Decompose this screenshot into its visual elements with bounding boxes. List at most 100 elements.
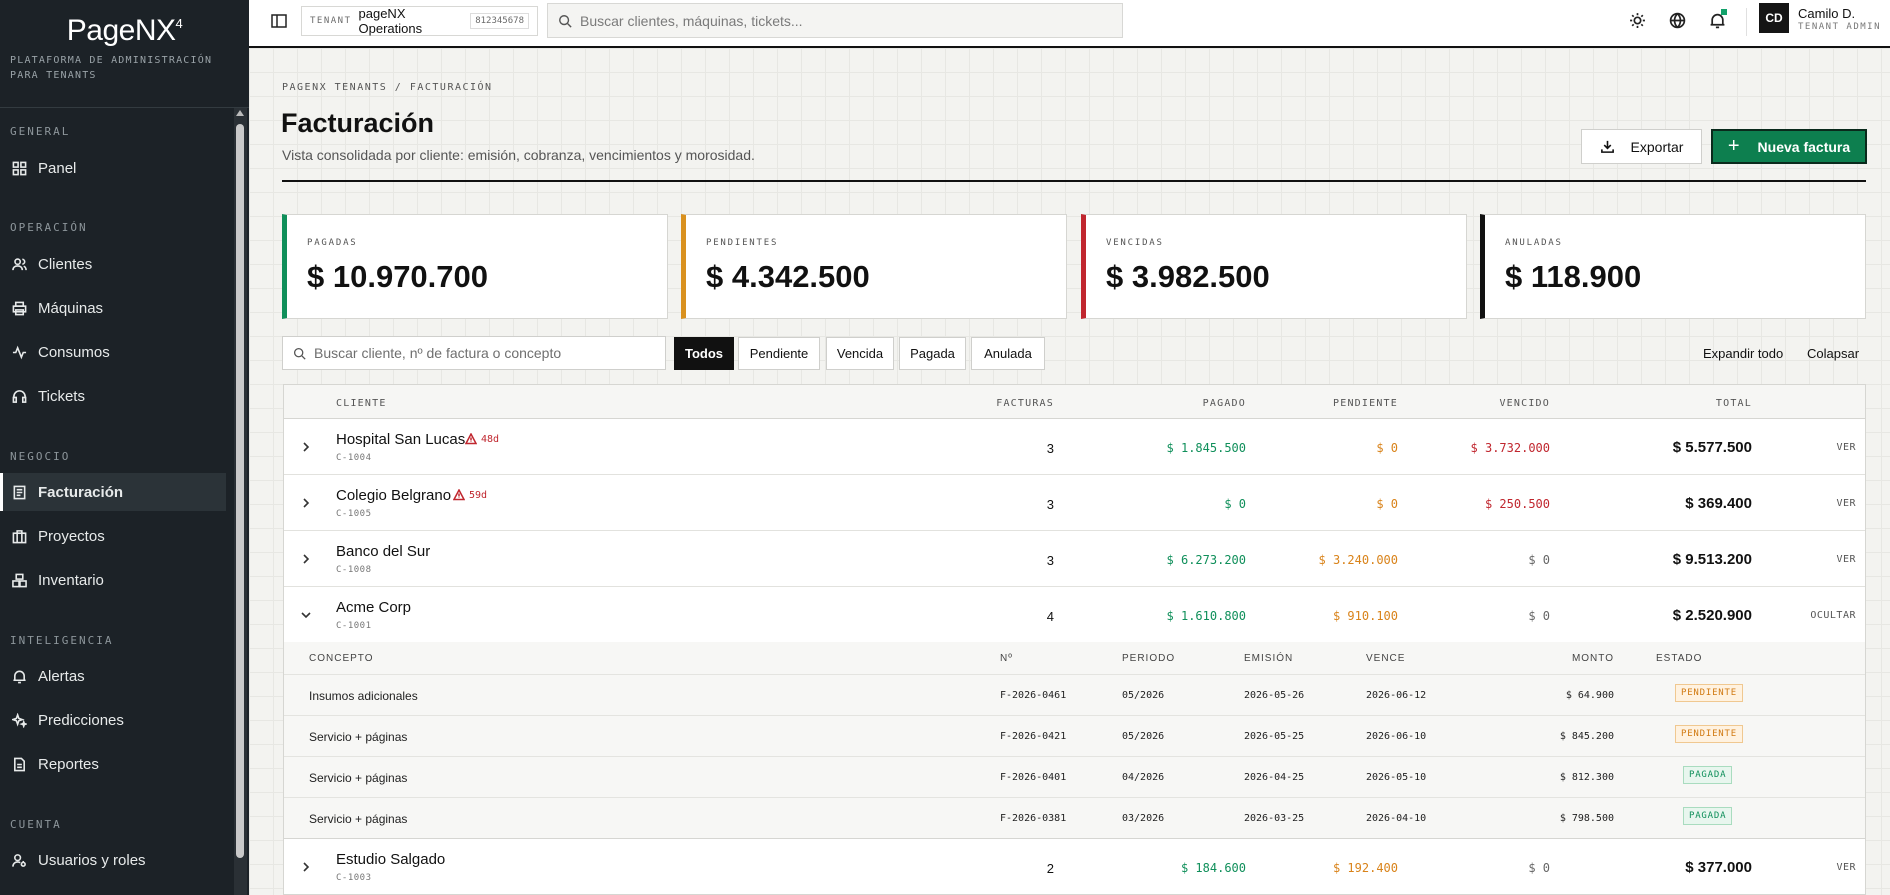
status-badge: PAGADA [1683,807,1733,825]
table-row-expanded[interactable]: Acme Corp C-1001 4 $ 1.610.800 $ 910.100… [284,587,1865,643]
sidebar-item-reportes[interactable]: Reportes [0,745,226,783]
chevron-right-icon[interactable] [300,496,312,508]
chevron-right-icon[interactable] [300,860,312,872]
client-name[interactable]: Acme Corp [336,599,411,616]
filter-chip-pendiente[interactable]: Pendiente [738,337,820,370]
col-total[interactable]: TOTAL [1564,398,1752,409]
hide-button[interactable]: OCULTAR [1810,610,1856,621]
chevron-down-icon[interactable] [300,608,312,620]
col-cliente[interactable]: CLIENTE [336,398,387,409]
sidebar-item-proyectos[interactable]: Proyectos [0,517,226,555]
sidebar-item-maquinas[interactable]: Máquinas [0,289,226,327]
sidebar-item-clientes[interactable]: Clientes [0,245,226,283]
tenant-selector[interactable]: TENANT pageNX Operations 812345678 [301,6,538,36]
cell-total: $ 2.520.900 [1672,607,1752,624]
sidebar-item-panel[interactable]: Panel [0,149,226,187]
tenant-id: 812345678 [470,13,529,29]
sidebar-item-consumos[interactable]: Consumos [0,333,226,371]
client-name[interactable]: Banco del Sur [336,543,430,560]
table-row[interactable]: Estudio Salgado C-1003 2 $ 184.600 $ 192… [284,839,1865,894]
sidebar-item-label: Reportes [38,755,99,773]
view-button[interactable]: VER [1836,554,1856,565]
report-icon [10,755,28,773]
cell-pagado: $ 0 [1224,497,1246,511]
invoice-search[interactable] [282,336,666,370]
invoice-numero[interactable]: F-2026-0381 [1000,813,1066,824]
new-invoice-button[interactable]: + Nueva factura [1711,129,1867,164]
sidebar-toggle-button[interactable] [270,12,288,30]
summary-card-pendientes[interactable]: PENDIENTES $ 4.342.500 [681,214,1067,319]
invoice-row[interactable]: Servicio + páginas F-2026-0421 05/2026 2… [284,715,1865,756]
invoice-search-input[interactable] [314,345,644,361]
client-name[interactable]: Hospital San Lucas [336,431,465,448]
cell-vencido: $ 250.500 [1484,497,1550,511]
invoice-row[interactable]: Servicio + páginas F-2026-0381 03/2026 2… [284,797,1865,838]
col-vencido[interactable]: VENCIDO [1414,398,1550,409]
invoice-periodo: 05/2026 [1122,731,1165,742]
summary-card-anuladas[interactable]: ANULADAS $ 118.900 [1480,214,1866,319]
filter-chip-pagada[interactable]: Pagada [899,337,966,370]
sidebar-item-facturacion[interactable]: Facturación [0,473,226,511]
client-name[interactable]: Estudio Salgado [336,851,445,868]
client-name[interactable]: Colegio Belgrano [336,487,451,504]
col-pendiente[interactable]: PENDIENTE [1264,398,1398,409]
filter-chip-todos[interactable]: Todos [674,337,734,370]
plus-icon: + [1727,135,1740,157]
invoice-vence: 2026-04-10 [1366,813,1427,824]
invoice-emision: 2026-05-26 [1244,690,1305,701]
filter-chip-vencida[interactable]: Vencida [826,337,894,370]
filter-chip-anulada[interactable]: Anulada [971,337,1045,370]
breadcrumb[interactable]: PAGENX TENANTS / FACTURACIÓN [282,82,493,93]
avatar[interactable]: CD [1759,3,1789,33]
sidebar-scrollbar[interactable] [234,108,247,895]
invoice-concepto: Insumos adicionales [309,689,418,703]
invoice-numero[interactable]: F-2026-0421 [1000,731,1066,742]
client-id: C-1005 [336,509,372,519]
invoice-numero[interactable]: F-2026-0401 [1000,772,1066,783]
cell-vencido: $ 0 [1528,861,1550,875]
view-button[interactable]: VER [1836,442,1856,453]
summary-card-pagadas[interactable]: PAGADAS $ 10.970.700 [282,214,668,319]
sidebar-item-predicciones[interactable]: Predicciones [0,701,226,739]
cell-total: $ 9.513.200 [1672,551,1752,568]
sidebar-item-label: Usuarios y roles [38,851,146,869]
table-row[interactable]: Banco del Sur C-1008 3 $ 6.273.200 $ 3.2… [284,531,1865,587]
theme-toggle-button[interactable] [1627,10,1647,30]
language-button[interactable] [1667,10,1687,30]
view-button[interactable]: VER [1836,862,1856,873]
invoice-row[interactable]: Insumos adicionales F-2026-0461 05/2026 … [284,674,1865,715]
brand-logo[interactable]: PageNX4 [0,14,249,48]
invoice-numero[interactable]: F-2026-0461 [1000,690,1066,701]
sidebar-item-usuarios[interactable]: Usuarios y roles [0,841,226,879]
cell-vencido: $ 3.732.000 [1470,441,1550,455]
global-search[interactable] [547,3,1123,38]
sidebar-item-alertas[interactable]: Alertas [0,657,226,695]
scroll-up-arrow-icon[interactable] [236,110,244,116]
summary-value: $ 4.342.500 [706,259,870,294]
table-row[interactable]: Colegio Belgrano C-1005 59d 3 $ 0 $ 0 $ … [284,475,1865,531]
export-button[interactable]: Exportar [1581,129,1702,164]
printer-icon [10,299,28,317]
invoice-vence: 2026-06-12 [1366,690,1427,701]
invoice-row[interactable]: Servicio + páginas F-2026-0401 04/2026 2… [284,756,1865,797]
chevron-right-icon[interactable] [300,440,312,452]
cell-pendiente: $ 0 [1376,497,1398,511]
summary-card-vencidas[interactable]: VENCIDAS $ 3.982.500 [1081,214,1467,319]
detail-col-periodo: PERIODO [1122,653,1176,664]
notifications-button[interactable] [1707,9,1727,30]
sidebar-item-inventario[interactable]: Inventario [0,561,226,599]
col-facturas[interactable]: FACTURAS [914,398,1054,409]
view-button[interactable]: VER [1836,498,1856,509]
col-pagado[interactable]: PAGADO [1114,398,1246,409]
sidebar-scroll-thumb[interactable] [236,124,244,858]
download-icon [1600,140,1614,153]
user-name[interactable]: Camilo D. [1798,6,1855,21]
global-search-input[interactable] [580,12,1080,29]
collapse-button[interactable]: Colapsar [1807,346,1859,361]
sidebar-item-label: Predicciones [38,711,124,729]
sidebar-item-tickets[interactable]: Tickets [0,377,226,415]
chevron-right-icon[interactable] [300,552,312,564]
new-invoice-label: Nueva factura [1757,138,1851,155]
table-row[interactable]: Hospital San Lucas C-1004 48d 3 $ 1.845.… [284,419,1865,475]
expand-all-button[interactable]: Expandir todo [1703,346,1783,361]
